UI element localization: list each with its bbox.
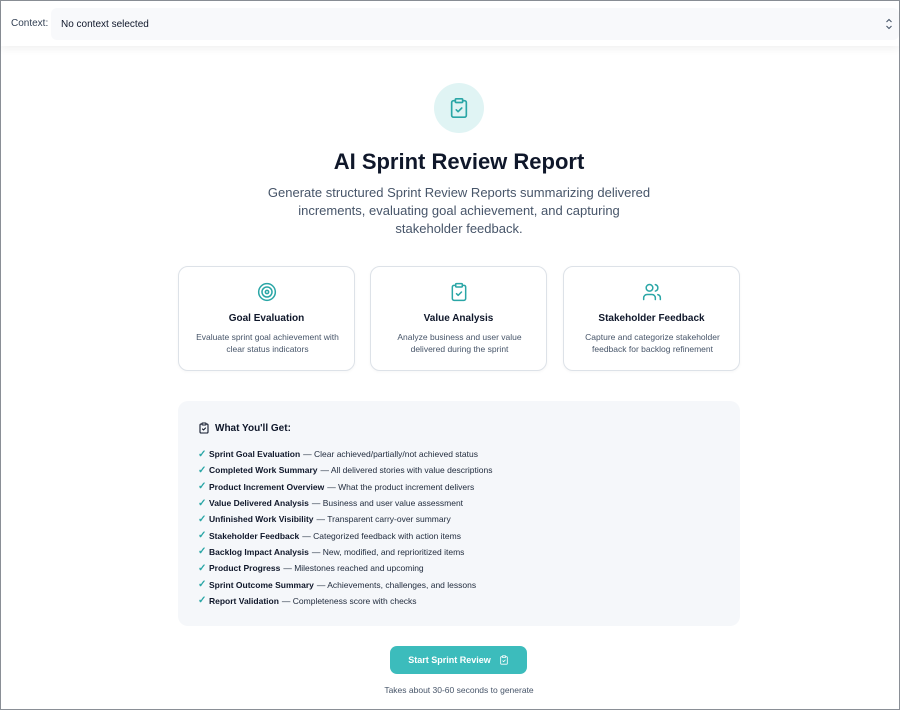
list-item-detail: — Business and user value assessment: [311, 498, 464, 509]
list-item: ✓ Sprint Outcome Summary — Achievements, c…: [198, 576, 492, 592]
users-icon: [642, 283, 662, 301]
list-item: ✓ Stakeholder Feedback — Categorized feedb…: [198, 527, 492, 543]
context-label: Context:: [11, 18, 49, 29]
clipboard-check-icon: [500, 655, 508, 665]
clipboard-list-icon: [199, 422, 209, 434]
deliverables-heading-text: What You'll Get:: [215, 422, 291, 434]
check-icon: ✓: [198, 448, 207, 460]
start-sprint-review-button[interactable]: Start Sprint Review: [390, 646, 527, 674]
list-item-title: Sprint Goal Evaluation: [209, 449, 301, 460]
list-item-detail: — Categorized feedback with action items: [302, 530, 461, 541]
list-item-title: Value Delivered Analysis: [209, 498, 309, 509]
feature-description: Evaluate sprint goal achievement with cl…: [196, 332, 339, 354]
context-bar: Context: No context selected: [1, 1, 899, 46]
page-subtitle: Generate structured Sprint Review Report…: [267, 185, 651, 236]
start-sprint-review-label: Start Sprint Review: [408, 655, 491, 665]
chevron-up-down-icon: [886, 18, 892, 30]
hero-icon-badge: [434, 83, 484, 133]
page-title: AI Sprint Review Report: [333, 149, 585, 174]
feature-card-goal-evaluation: Goal Evaluation Evaluate sprint goal ach…: [178, 266, 355, 371]
list-item-detail: — All delivered stories with value descr…: [320, 465, 493, 476]
list-item: ✓ Report Validation — Completeness score w…: [198, 593, 492, 609]
feature-title: Stakeholder Feedback: [598, 313, 705, 324]
list-item-title: Product Increment Overview: [209, 481, 325, 492]
list-item: ✓ Backlog Impact Analysis — New, modified,…: [198, 544, 492, 560]
feature-title: Value Analysis: [423, 313, 494, 324]
list-item-title: Backlog Impact Analysis: [209, 546, 309, 557]
list-item-title: Completed Work Summary: [209, 465, 318, 476]
clipboard-check-icon: [451, 282, 467, 302]
deliverables-list: ✓ Sprint Goal Evaluation — Clear achieved/…: [198, 446, 492, 609]
list-item: ✓ Completed Work Summary — All delivered s…: [198, 462, 492, 478]
check-icon: ✓: [198, 562, 207, 574]
list-item-title: Unfinished Work Visibility: [209, 514, 314, 525]
context-select[interactable]: No context selected: [51, 8, 899, 40]
check-icon: ✓: [198, 513, 207, 525]
check-icon: ✓: [198, 579, 207, 591]
deliverables-heading: What You'll Get:: [198, 422, 291, 434]
feature-card-value-analysis: Value Analysis Analyze business and user…: [370, 266, 547, 371]
check-icon: ✓: [198, 497, 207, 509]
list-item-detail: — Milestones reached and upcoming: [283, 563, 424, 574]
list-item: ✓ Value Delivered Analysis — Business and …: [198, 495, 492, 511]
list-item-title: Stakeholder Feedback: [209, 530, 300, 541]
list-item: ✓ Unfinished Work Visibility — Transparent…: [198, 511, 492, 527]
list-item-detail: — Achievements, challenges, and lessons: [316, 579, 477, 590]
clipboard-check-icon: [450, 98, 468, 118]
list-item: ✓ Product Progress — Milestones reached an…: [198, 560, 492, 576]
list-item-detail: — New, modified, and reprioritized items: [311, 546, 465, 557]
deliverables-panel: What You'll Get: ✓ Sprint Goal Evaluation…: [178, 401, 740, 626]
list-item-detail: — What the product increment delivers: [327, 481, 475, 492]
context-selected-value: No context selected: [61, 18, 149, 30]
feature-title: Goal Evaluation: [228, 313, 305, 324]
list-item-detail: — Completeness score with checks: [281, 595, 417, 606]
check-icon: ✓: [198, 546, 207, 558]
list-item-detail: — Transparent carry-over summary: [316, 514, 451, 525]
feature-description: Analyze business and user value delivere…: [397, 332, 522, 354]
check-icon: ✓: [198, 464, 207, 476]
list-item-title: Sprint Outcome Summary: [209, 579, 314, 590]
generation-time-note: Takes about 30-60 seconds to generate: [384, 685, 534, 695]
check-icon: ✓: [198, 481, 207, 493]
check-icon: ✓: [198, 595, 207, 607]
feature-card-stakeholder-feedback: Stakeholder Feedback Capture and categor…: [563, 266, 740, 371]
feature-description: Capture and categorize stakeholder feedb…: [585, 332, 720, 354]
list-item-title: Product Progress: [209, 563, 281, 574]
list-item-detail: — Clear achieved/partially/not achieved …: [303, 449, 478, 460]
list-item-title: Report Validation: [209, 595, 279, 606]
list-item: ✓ Sprint Goal Evaluation — Clear achieved/…: [198, 446, 492, 462]
target-icon: [257, 282, 277, 302]
list-item: ✓ Product Increment Overview — What the pr…: [198, 479, 492, 495]
check-icon: ✓: [198, 530, 207, 542]
